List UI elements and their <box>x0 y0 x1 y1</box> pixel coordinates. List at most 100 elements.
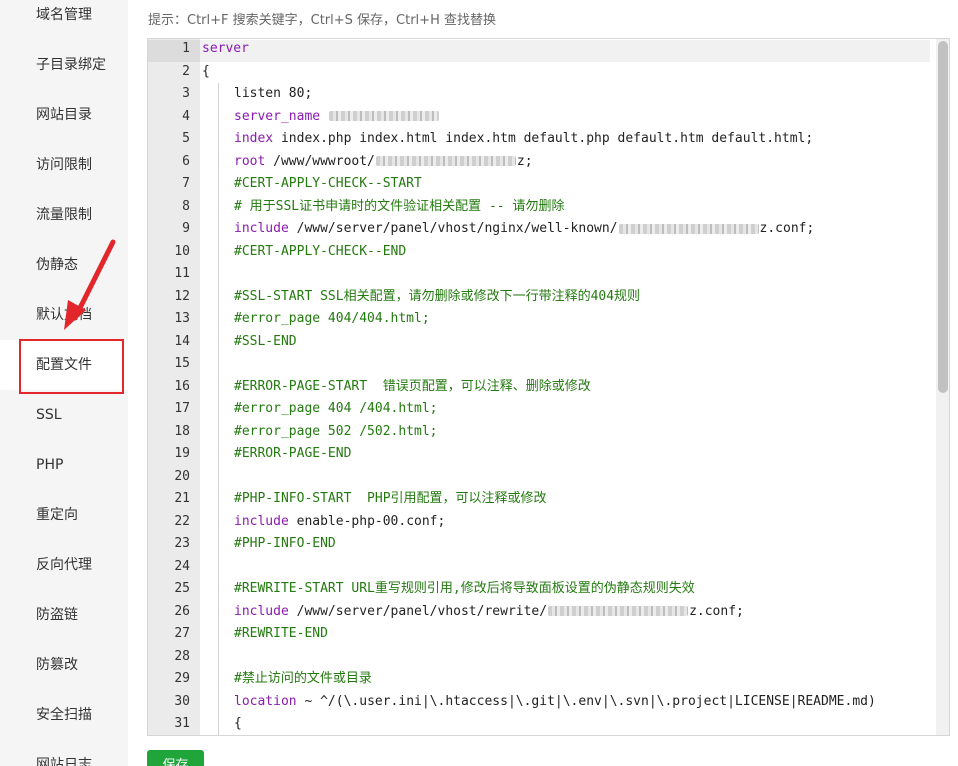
redacted-text <box>618 223 759 234</box>
code-text: { <box>202 61 210 84</box>
sidebar-item[interactable]: 防盗链 <box>0 590 128 640</box>
sidebar-item[interactable]: 防篡改 <box>0 640 128 690</box>
code-line[interactable]: 30 location ~ ^/(\.user.ini|\.htaccess|\.… <box>148 690 949 713</box>
code-text: listen 80; <box>234 83 312 106</box>
code-token: z.conf; <box>689 603 744 619</box>
code-line[interactable]: 5 index index.php index.html index.htm de… <box>148 128 949 151</box>
code-keyword: server <box>202 41 249 56</box>
indent-guide <box>218 218 219 241</box>
line-number: 8 <box>182 198 190 214</box>
code-line[interactable]: 12 #SSL-START SSL相关配置，请勿删除或修改下一行带注释的404规则 <box>148 285 949 308</box>
code-line[interactable]: 20 <box>148 465 949 488</box>
code-line[interactable]: 15 <box>148 353 949 376</box>
line-number: 13 <box>174 311 190 326</box>
config-code-editor[interactable]: 1 server 2{3 listen 80; 4 server_name 5 index … <box>147 38 950 736</box>
code-line[interactable]: 8 # 用于SSL证书申请时的文件验证相关配置 -- 请勿删除 <box>148 195 949 218</box>
code-text: #error_page 404/404.html; <box>234 308 430 331</box>
sidebar-item[interactable]: 网站目录 <box>0 90 128 140</box>
code-text: #error_page 404 /404.html; <box>234 398 438 421</box>
code-line[interactable]: 23 #PHP-INFO-END <box>148 533 949 556</box>
save-button[interactable]: 保存 <box>147 750 204 766</box>
code-keyword: server_name <box>234 108 328 124</box>
sidebar-item[interactable]: 访问限制 <box>0 140 128 190</box>
editor-scrollbar[interactable] <box>936 39 949 735</box>
code-lines[interactable]: 1 server 2{3 listen 80; 4 server_name 5 index … <box>148 39 949 735</box>
indent-guide <box>218 443 219 466</box>
sidebar-item[interactable]: 网站日志 <box>0 740 128 766</box>
indent-guide <box>218 398 219 421</box>
code-keyword: index <box>234 131 274 146</box>
code-comment: #error_page 404 /404.html; <box>234 401 438 416</box>
code-token: index.php index.html index.htm default.p… <box>273 131 814 146</box>
indent-guide <box>218 465 219 488</box>
code-line[interactable]: 31 { <box>148 713 949 735</box>
code-line[interactable]: 27 #REWRITE-END <box>148 623 949 646</box>
code-line[interactable]: 25 #REWRITE-START URL重写规则引用,修改后将导致面板设置的伪静… <box>148 578 949 601</box>
sidebar-item[interactable]: 重定向 <box>0 490 128 540</box>
indent-guide <box>218 668 219 691</box>
code-text: #REWRITE-START URL重写规则引用,修改后将导致面板设置的伪静态规… <box>234 578 695 601</box>
indent-guide <box>218 623 219 646</box>
line-number: 30 <box>174 693 190 709</box>
code-line[interactable]: 1 server <box>148 39 949 61</box>
indent-guide <box>218 600 219 623</box>
code-line[interactable]: 29 #禁止访问的文件或目录 <box>148 668 949 691</box>
code-line[interactable]: 18 #error_page 502 /502.html; <box>148 420 949 443</box>
sidebar-item[interactable]: 流量限制 <box>0 190 128 240</box>
code-keyword: include <box>234 513 289 529</box>
code-line[interactable]: 22 include enable-php-00.conf; <box>148 510 949 533</box>
code-text: #ERROR-PAGE-START 错误页配置，可以注释、删除或修改 <box>234 376 591 399</box>
code-line[interactable]: 17 #error_page 404 /404.html; <box>148 398 949 421</box>
indent-guide <box>218 690 219 713</box>
redacted-text <box>375 156 516 166</box>
code-line[interactable]: 14 #SSL-END <box>148 330 949 353</box>
code-line[interactable]: 6 root /www/wwwroot/z; <box>148 150 949 174</box>
editor-hint: 提示：Ctrl+F 搜索关键字，Ctrl+S 保存，Ctrl+H 查找替换 <box>148 13 496 28</box>
code-line[interactable]: 4 server_name <box>148 105 949 129</box>
sidebar-item[interactable]: SSL <box>0 390 128 440</box>
line-number: 27 <box>174 626 190 641</box>
line-number: 2 <box>182 63 190 79</box>
indent-guide <box>218 285 219 308</box>
line-number: 14 <box>174 333 190 349</box>
sidebar-item[interactable]: 域名管理 <box>0 0 128 40</box>
code-comment: #REWRITE-START URL重写规则引用,修改后将导致面板设置的伪静态规… <box>234 581 695 596</box>
sidebar-item[interactable]: 伪静态 <box>0 240 128 290</box>
code-line[interactable]: 19 #ERROR-PAGE-END <box>148 443 949 466</box>
code-line[interactable]: 21 #PHP-INFO-START PHP引用配置，可以注释或修改 <box>148 488 949 511</box>
code-line[interactable]: 13 #error_page 404/404.html; <box>148 308 949 331</box>
sidebar-item[interactable]: 反向代理 <box>0 540 128 590</box>
indent-guide <box>218 263 219 286</box>
code-token: z; <box>516 153 533 169</box>
app-window: 域名管理 子目录绑定 网站目录 访问限制 流量限制 伪静态 默认文档 配置文件 SSL PHP 重定… <box>0 0 958 766</box>
code-line[interactable]: 10 #CERT-APPLY-CHECK--END <box>148 240 949 263</box>
code-line[interactable]: 7 #CERT-APPLY-CHECK--START <box>148 173 949 196</box>
indent-guide <box>218 510 219 533</box>
code-line[interactable]: 3 listen 80; <box>148 83 949 106</box>
code-text: server_name <box>234 106 440 129</box>
code-text: root /www/wwwroot/z; <box>234 151 533 174</box>
code-line[interactable]: 9 include /www/server/panel/vhost/nginx/w… <box>148 218 949 241</box>
code-token: { <box>202 63 210 79</box>
code-token: /www/server/panel/vhost/rewrite/ <box>288 603 548 619</box>
indent-guide <box>218 713 219 735</box>
code-text: index index.php index.html index.htm def… <box>234 128 813 151</box>
code-text: #禁止访问的文件或目录 <box>234 668 372 691</box>
sidebar-item[interactable]: 子目录绑定 <box>0 40 128 90</box>
indent-guide <box>218 173 219 196</box>
indent-guide <box>218 330 219 353</box>
code-line[interactable]: 24 <box>148 555 949 578</box>
code-keyword: include <box>234 603 289 619</box>
editor-scrollbar-thumb[interactable] <box>938 41 948 393</box>
code-line[interactable]: 28 <box>148 645 949 668</box>
sidebar-item[interactable]: 安全扫描 <box>0 690 128 740</box>
sidebar-item[interactable]: 默认文档 <box>0 290 128 340</box>
sidebar-item[interactable]: PHP <box>0 440 128 490</box>
code-line[interactable]: 2{ <box>148 61 949 84</box>
code-line[interactable]: 16 #ERROR-PAGE-START 错误页配置，可以注释、删除或修改 <box>148 375 949 399</box>
code-text: server <box>202 39 249 61</box>
code-comment: # 用于SSL证书申请时的文件验证相关配置 -- 请勿删除 <box>234 198 565 214</box>
code-line[interactable]: 11 <box>148 263 949 286</box>
line-number: 21 <box>174 491 190 506</box>
code-line[interactable]: 26 include /www/server/panel/vhost/rewrit… <box>148 600 949 623</box>
